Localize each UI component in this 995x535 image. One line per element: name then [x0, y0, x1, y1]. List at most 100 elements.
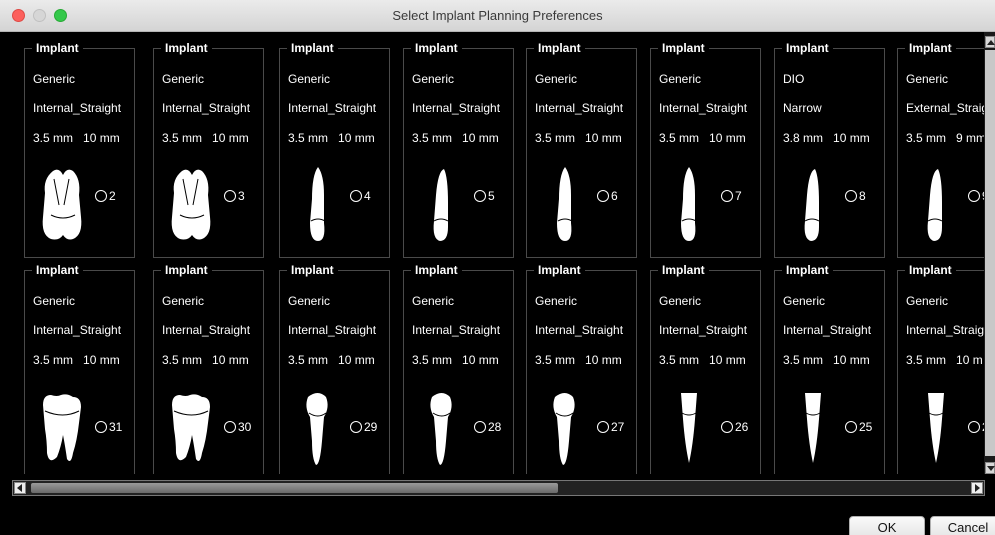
implant-length: 10 mm [709, 353, 746, 367]
implant-brand: Generic [288, 72, 331, 86]
card-legend: Implant [287, 41, 338, 55]
tooth-radio-button[interactable] [721, 190, 733, 202]
tooth-radio-button[interactable] [597, 190, 609, 202]
scroll-up-arrow-icon[interactable] [985, 36, 995, 48]
implant-length: 10 m [956, 353, 983, 367]
tooth-icon [665, 389, 711, 467]
implant-size: 3.5 mm 10 mm [33, 353, 120, 367]
tooth-number: 31 [109, 420, 123, 434]
tooth-number: 27 [611, 420, 625, 434]
scroll-left-arrow-icon[interactable] [14, 482, 26, 494]
vertical-scroll-track[interactable] [985, 50, 995, 456]
window-title: Select Implant Planning Preferences [392, 8, 603, 23]
implant-brand: Generic [412, 72, 455, 86]
ok-button[interactable]: OK [849, 516, 925, 535]
implant-brand: Generic [162, 72, 205, 86]
tooth-radio-button[interactable] [968, 421, 980, 433]
card-legend: Implant [782, 263, 833, 277]
tooth-icon [39, 165, 85, 243]
vertical-scrollbar[interactable] [984, 32, 995, 474]
implant-length: 10 mm [212, 131, 249, 145]
card-legend: Implant [32, 41, 83, 55]
card-legend: Implant [287, 263, 338, 277]
implant-card-tooth-2[interactable]: Implant Generic Internal_Straight 3.5 mm 10 … [24, 41, 135, 258]
tooth-radio-button[interactable] [845, 190, 857, 202]
implant-diameter: 3.5 mm [412, 353, 453, 367]
tooth-radio-button[interactable] [350, 421, 362, 433]
implant-length: 10 mm [585, 131, 622, 145]
implant-type: Internal_Straight [288, 101, 377, 115]
implant-card-tooth-9[interactable]: ImplantGenericExternal_Straig3.5 mm9 mm9 [897, 41, 984, 258]
implant-diameter: 3.5 mm [33, 353, 74, 367]
scroll-down-arrow-icon[interactable] [985, 462, 995, 474]
implant-card-tooth-31[interactable]: Implant Generic Internal_Straight 3.5 mm 10 … [24, 263, 135, 474]
implant-brand: Generic [288, 294, 331, 308]
horizontal-scrollbar[interactable] [12, 480, 985, 496]
implant-card-tooth-5[interactable]: Implant Generic Internal_Straight 3.5 mm 10 … [403, 41, 514, 258]
implant-card-tooth-30[interactable]: Implant Generic Internal_Straight 3.5 mm 10 … [153, 263, 264, 474]
card-legend: Implant [658, 263, 709, 277]
tooth-radio-button[interactable] [224, 421, 236, 433]
implant-length: 10 mm [338, 131, 375, 145]
implant-type: External_Straig [906, 101, 984, 115]
implant-brand: Generic [535, 294, 578, 308]
tooth-icon [294, 165, 340, 243]
tooth-radio-button[interactable] [95, 190, 107, 202]
implant-type: Internal_Straight [535, 323, 624, 337]
card-legend: Implant [534, 41, 585, 55]
tooth-radio-button[interactable] [721, 421, 733, 433]
implant-type: Internal_Straight [33, 101, 122, 115]
tooth-radio-button[interactable] [968, 190, 980, 202]
tooth-radio-button[interactable] [95, 421, 107, 433]
cancel-button[interactable]: Cancel [930, 516, 995, 535]
tooth-radio-button[interactable] [474, 421, 486, 433]
implant-card-tooth-24[interactable]: ImplantGenericInternal_Straig3.5 mm10 m2… [897, 263, 984, 474]
implant-size: 3.5 mm 10 mm [412, 353, 499, 367]
implant-length: 10 mm [462, 353, 499, 367]
implant-card-tooth-6[interactable]: Implant Generic Internal_Straight 3.5 mm 10 … [526, 41, 637, 258]
implant-size: 3.5 mm 9 mm [906, 131, 984, 145]
implant-card-tooth-29[interactable]: Implant Generic Internal_Straight 3.5 mm 10 … [279, 263, 390, 474]
implant-card-tooth-25[interactable]: Implant Generic Internal_Straight 3.5 mm 10 … [774, 263, 885, 474]
implant-card-tooth-26[interactable]: Implant Generic Internal_Straight 3.5 mm 10 … [650, 263, 761, 474]
tooth-radio-button[interactable] [474, 190, 486, 202]
tooth-icon [294, 389, 340, 467]
tooth-radio-button[interactable] [224, 190, 236, 202]
card-legend: Implant [782, 41, 833, 55]
implant-length: 10 mm [338, 353, 375, 367]
horizontal-scroll-thumb[interactable] [31, 483, 558, 493]
implant-size: 3.5 mm 10 mm [162, 131, 249, 145]
card-legend: Implant [411, 41, 462, 55]
implant-length: 10 mm [462, 131, 499, 145]
scroll-right-arrow-icon[interactable] [971, 482, 983, 494]
implant-brand: Generic [659, 72, 702, 86]
tooth-number: 5 [488, 189, 495, 203]
implant-card-tooth-27[interactable]: Implant Generic Internal_Straight 3.5 mm 10 … [526, 263, 637, 474]
implant-card-tooth-28[interactable]: Implant Generic Internal_Straight 3.5 mm 10 … [403, 263, 514, 474]
implant-brand: Generic [783, 294, 826, 308]
tooth-icon [912, 389, 958, 467]
tooth-radio-button[interactable] [350, 190, 362, 202]
implant-size: 3.5 mm 10 mm [288, 131, 375, 145]
implant-type: Internal_Straight [162, 101, 251, 115]
tooth-radio-button[interactable] [845, 421, 857, 433]
implant-card-tooth-8[interactable]: Implant DIO Narrow 3.8 mm 10 mm 8 [774, 41, 885, 258]
implant-card-tooth-4[interactable]: Implant Generic Internal_Straight 3.5 mm 10 … [279, 41, 390, 258]
card-legend: Implant [658, 41, 709, 55]
card-legend: Implant [32, 263, 83, 277]
implant-size: 3.5 mm 10 mm [288, 353, 375, 367]
title-bar: Select Implant Planning Preferences [0, 0, 995, 32]
implant-diameter: 3.5 mm [33, 131, 74, 145]
tooth-radio-button[interactable] [597, 421, 609, 433]
tooth-number: 7 [735, 189, 742, 203]
tooth-icon [789, 389, 835, 467]
implant-brand: Generic [906, 72, 949, 86]
tooth-icon [665, 165, 711, 243]
implant-card-tooth-3[interactable]: Implant Generic Internal_Straight 3.5 mm 10 … [153, 41, 264, 258]
card-legend: Implant [905, 41, 956, 55]
implant-type: Internal_Straight [412, 101, 501, 115]
implant-diameter: 3.5 mm [412, 131, 453, 145]
tooth-number: 6 [611, 189, 618, 203]
implant-length: 10 mm [833, 131, 870, 145]
implant-card-tooth-7[interactable]: Implant Generic Internal_Straight 3.5 mm 10 … [650, 41, 761, 258]
